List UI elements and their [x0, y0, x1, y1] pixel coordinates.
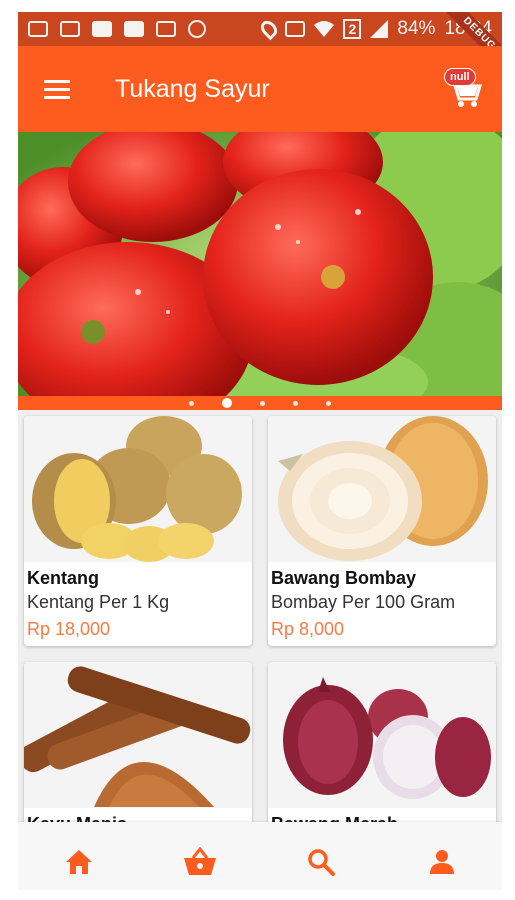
location-icon: [258, 17, 281, 41]
message-icon: [28, 21, 48, 37]
search-icon: [307, 849, 335, 876]
banner-image: [18, 132, 502, 396]
cart-badge: null: [444, 68, 476, 86]
phone-screen: 2 84% 18:34 DEBUG Tukang Sayur null: [18, 12, 502, 890]
carousel-dot[interactable]: [293, 400, 298, 406]
product-card[interactable]: Kentang Kentang Per 1 Kg Rp 18,000: [24, 416, 252, 646]
hamburger-menu-icon[interactable]: [31, 63, 83, 115]
product-image-potatoes: [24, 416, 252, 562]
product-image-shallots: [268, 662, 496, 808]
product-price: Rp 18,000: [27, 619, 111, 639]
signal-icon: [370, 20, 389, 38]
wifi-icon: [314, 21, 335, 37]
nav-search-button[interactable]: [291, 832, 351, 890]
app-title: Tukang Sayur: [115, 74, 270, 103]
carousel-dot-active[interactable]: [222, 398, 232, 408]
cart-button[interactable]: null: [440, 66, 486, 112]
missed-call-icon: [188, 20, 206, 38]
basket-icon: [183, 847, 216, 875]
product-image-onion: [268, 416, 496, 562]
nav-home-button[interactable]: [49, 832, 109, 890]
product-description: Kentang Per 1 Kg: [27, 592, 170, 612]
app-bar: Tukang Sayur null: [18, 46, 502, 132]
bottom-navigation: [18, 822, 502, 890]
product-name: Bawang Bombay: [271, 568, 417, 588]
youtube-icon: [124, 21, 144, 37]
status-bar: 2 84% 18:34 DEBUG: [18, 12, 502, 72]
nav-profile-button[interactable]: [412, 832, 472, 890]
battery-percent: 84%: [397, 18, 436, 39]
youtube-icon: [92, 21, 112, 37]
banner-carousel[interactable]: [18, 132, 502, 396]
carousel-dot[interactable]: [260, 400, 265, 406]
product-card[interactable]: Bawang Bombay Bombay Per 100 Gram Rp 8,0…: [268, 416, 496, 646]
product-name: Kentang: [27, 568, 99, 588]
sim-icon: 2: [343, 19, 362, 39]
nav-basket-button[interactable]: [170, 832, 230, 890]
carousel-dot[interactable]: [189, 400, 194, 406]
carousel-dot[interactable]: [326, 400, 331, 406]
image-icon: [60, 21, 80, 37]
product-image-cinnamon: [24, 662, 252, 808]
product-price: Rp 8,000: [271, 619, 345, 639]
notification-icons: [28, 20, 206, 38]
carousel-indicator: [18, 396, 502, 410]
home-icon: [65, 850, 92, 874]
mail-icon: [156, 21, 176, 37]
profile-icon: [429, 850, 454, 874]
vibrate-icon: [285, 21, 306, 37]
product-grid: Kentang Kentang Per 1 Kg Rp 18,000 Bawan…: [24, 416, 496, 890]
product-description: Bombay Per 100 Gram: [271, 592, 456, 612]
